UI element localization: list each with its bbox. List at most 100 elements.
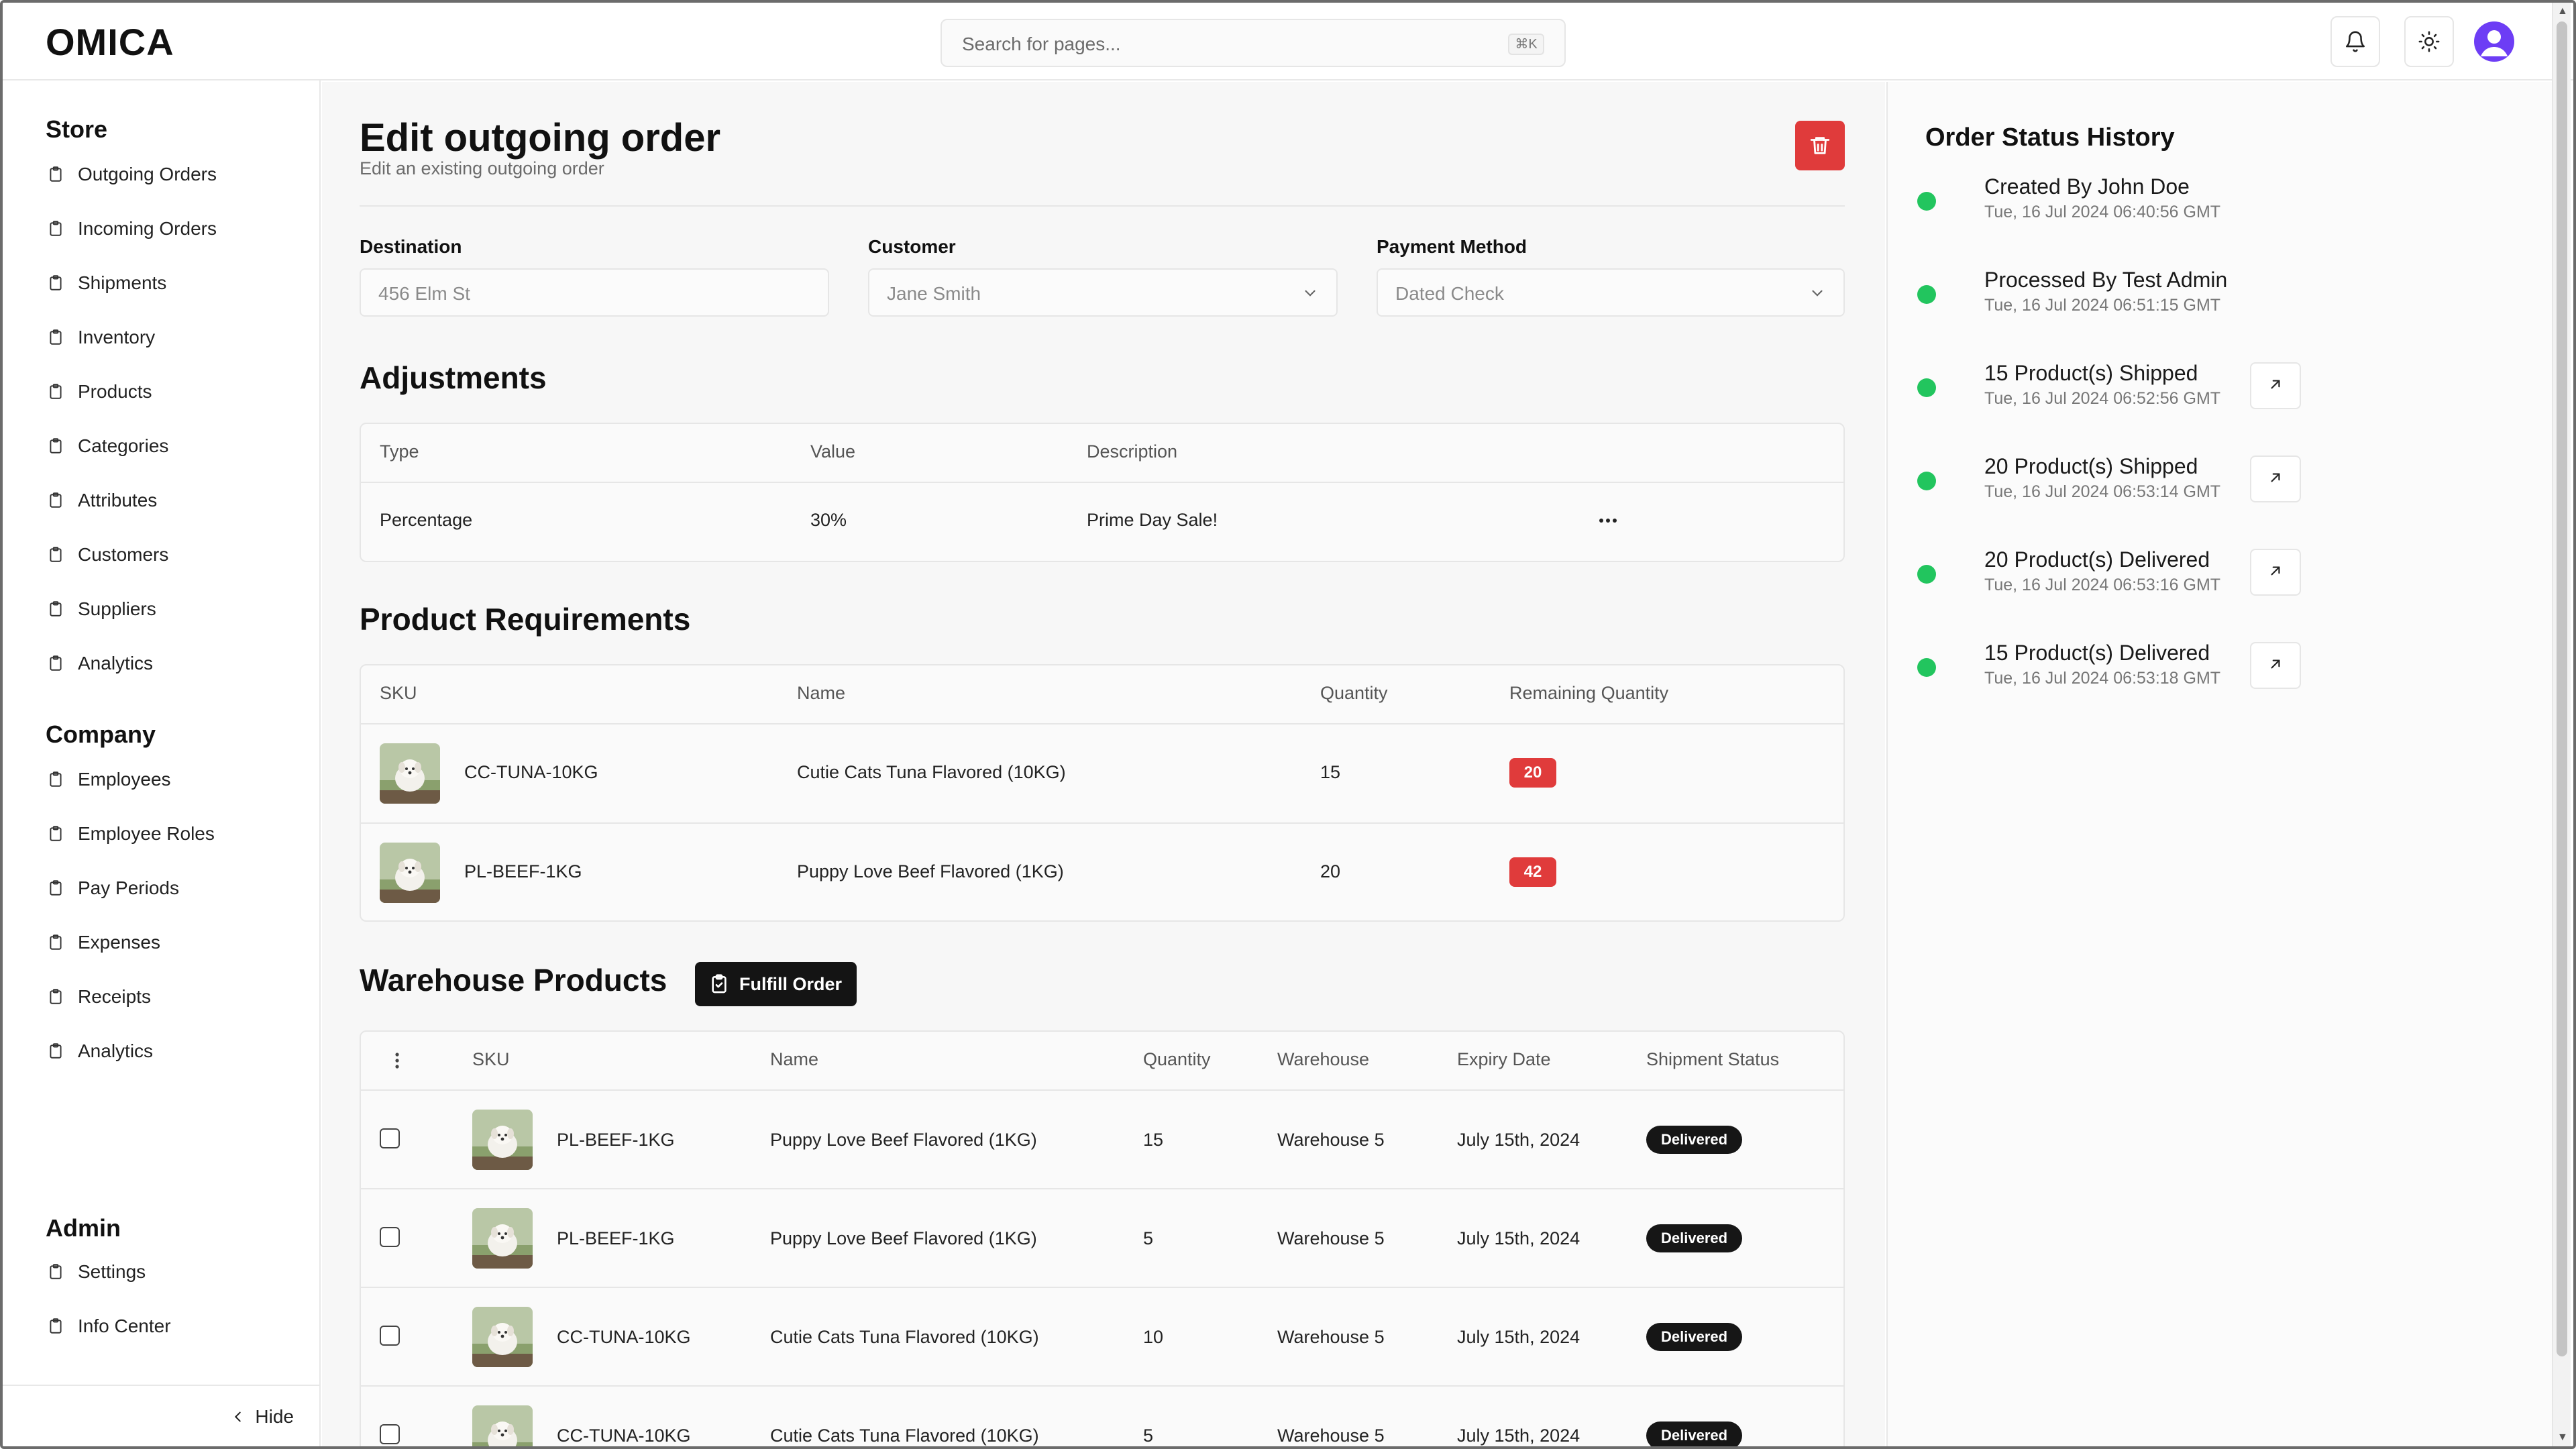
product-thumbnail bbox=[380, 743, 440, 804]
sidebar-item-label: Attributes bbox=[78, 490, 158, 511]
table-row[interactable]: CC-TUNA-10KG Cutie Cats Tuna Flavored (10… bbox=[361, 1288, 1843, 1385]
sidebar-item-incoming-orders[interactable]: Incoming Orders bbox=[46, 213, 217, 245]
clipboard-icon bbox=[46, 490, 66, 511]
row-select-checkbox[interactable] bbox=[380, 1128, 400, 1148]
quantity-cell: 15 bbox=[1320, 762, 1341, 782]
sidebar-item-label: Shipments bbox=[78, 272, 167, 293]
clipboard-icon bbox=[46, 987, 66, 1007]
sku-cell: CC-TUNA-10KG bbox=[557, 1426, 691, 1446]
history-event-title: Processed By Test Admin bbox=[1984, 268, 2228, 292]
sidebar-item-label: Employees bbox=[78, 769, 171, 790]
clipboard-icon bbox=[46, 273, 66, 293]
sidebar-item-shipments[interactable]: Shipments bbox=[46, 267, 166, 299]
sidebar-item-employee-roles[interactable]: Employee Roles bbox=[46, 818, 215, 850]
sidebar-item-analytics[interactable]: Analytics bbox=[46, 1035, 153, 1067]
adjustments-table: Type Value Description Percentage 30% Pr… bbox=[360, 423, 1845, 562]
payment-label: Payment Method bbox=[1377, 236, 1527, 257]
column-header-type: Type bbox=[380, 441, 419, 462]
clipboard-icon bbox=[46, 599, 66, 619]
more-horizontal-icon bbox=[1599, 519, 1617, 523]
order-status-panel: Order Status History Created By John Doe… bbox=[1886, 82, 2555, 1446]
delete-order-button[interactable] bbox=[1795, 121, 1845, 170]
sidebar-item-receipts[interactable]: Receipts bbox=[46, 981, 151, 1013]
sidebar-item-suppliers[interactable]: Suppliers bbox=[46, 593, 156, 625]
table-row[interactable]: CC-TUNA-10KG Cutie Cats Tuna Flavored (10… bbox=[361, 1387, 1843, 1446]
table-row[interactable]: PL-BEEF-1KG Puppy Love Beef Flavored (1KG… bbox=[361, 824, 1843, 920]
scroll-down-arrow-icon[interactable]: ▼ bbox=[2557, 1432, 2568, 1444]
sidebar-item-products[interactable]: Products bbox=[46, 376, 152, 408]
product-thumbnail bbox=[472, 1307, 533, 1367]
quantity-cell: 5 bbox=[1143, 1426, 1154, 1446]
clipboard-icon bbox=[46, 1316, 66, 1336]
table-row[interactable]: CC-TUNA-10KG Cutie Cats Tuna Flavored (10… bbox=[361, 724, 1843, 822]
sidebar-item-employees[interactable]: Employees bbox=[46, 763, 171, 796]
open-shipment-button[interactable] bbox=[2250, 549, 2301, 596]
customer-select[interactable]: Jane Smith bbox=[868, 268, 1338, 317]
history-event-title: 15 Product(s) Shipped bbox=[1984, 361, 2198, 385]
column-options-button[interactable] bbox=[390, 1051, 404, 1071]
row-select-checkbox[interactable] bbox=[380, 1424, 400, 1444]
sidebar-item-expenses[interactable]: Expenses bbox=[46, 926, 160, 959]
column-header-value: Value bbox=[810, 441, 856, 462]
sidebar-item-customers[interactable]: Customers bbox=[46, 539, 168, 571]
sidebar-item-categories[interactable]: Categories bbox=[46, 430, 168, 462]
product-thumbnail bbox=[380, 843, 440, 903]
logo[interactable]: OMICA bbox=[46, 20, 174, 64]
name-cell: Cutie Cats Tuna Flavored (10KG) bbox=[797, 762, 1066, 782]
expiry-date-cell: July 15th, 2024 bbox=[1457, 1130, 1580, 1150]
user-icon bbox=[2481, 30, 2508, 56]
scrollbar-thumb[interactable] bbox=[2557, 21, 2567, 1356]
sidebar-item-inventory[interactable]: Inventory bbox=[46, 321, 155, 354]
sidebar-item-label: Categories bbox=[78, 435, 169, 456]
row-actions-button[interactable] bbox=[1593, 508, 1623, 533]
status-badge: Delivered bbox=[1646, 1323, 1743, 1351]
destination-value: 456 Elm St bbox=[378, 283, 470, 304]
notifications-button[interactable] bbox=[2330, 16, 2380, 67]
sidebar-item-settings[interactable]: Settings bbox=[46, 1256, 146, 1288]
history-event-title: 20 Product(s) Delivered bbox=[1984, 547, 2210, 572]
column-header-expiry: Expiry Date bbox=[1457, 1049, 1551, 1069]
table-row[interactable]: PL-BEEF-1KG Puppy Love Beef Flavored (1KG… bbox=[361, 1189, 1843, 1287]
sidebar-item-label: Receipts bbox=[78, 986, 151, 1007]
history-event-title: Created By John Doe bbox=[1984, 174, 2190, 199]
scroll-up-arrow-icon[interactable]: ▲ bbox=[2557, 5, 2568, 17]
clipboard-icon bbox=[46, 382, 66, 402]
sidebar-section-store: Store bbox=[46, 115, 108, 143]
clipboard-icon bbox=[46, 1262, 66, 1282]
search-input[interactable]: Search for pages... ⌘K bbox=[941, 19, 1566, 67]
chevron-down-icon bbox=[1305, 290, 1316, 297]
sidebar-item-info-center[interactable]: Info Center bbox=[46, 1310, 171, 1342]
clipboard-icon bbox=[46, 932, 66, 953]
sidebar-item-analytics[interactable]: Analytics bbox=[46, 647, 153, 680]
open-shipment-button[interactable] bbox=[2250, 362, 2301, 409]
warehouse-cell: Warehouse 5 bbox=[1277, 1327, 1385, 1347]
row-select-checkbox[interactable] bbox=[380, 1326, 400, 1346]
avatar[interactable] bbox=[2474, 21, 2514, 62]
table-row[interactable]: PL-BEEF-1KG Puppy Love Beef Flavored (1KG… bbox=[361, 1091, 1843, 1188]
destination-field[interactable]: 456 Elm St bbox=[360, 268, 829, 317]
open-shipment-button[interactable] bbox=[2250, 642, 2301, 689]
open-shipment-button[interactable] bbox=[2250, 455, 2301, 502]
adjustment-type: Percentage bbox=[380, 510, 473, 530]
name-cell: Cutie Cats Tuna Flavored (10KG) bbox=[770, 1327, 1039, 1347]
history-event-time: Tue, 16 Jul 2024 06:52:56 GMT bbox=[1984, 389, 2221, 408]
column-header-warehouse: Warehouse bbox=[1277, 1049, 1370, 1069]
payment-method-select[interactable]: Dated Check bbox=[1377, 268, 1845, 317]
warehouse-table: SKU Name Quantity Warehouse Expiry Date … bbox=[360, 1030, 1845, 1446]
row-select-checkbox[interactable] bbox=[380, 1227, 400, 1247]
status-badge: Delivered bbox=[1646, 1224, 1743, 1252]
fulfill-order-button[interactable]: Fulfill Order bbox=[695, 962, 857, 1006]
sidebar-item-label: Analytics bbox=[78, 653, 154, 674]
sidebar-item-pay-periods[interactable]: Pay Periods bbox=[46, 872, 179, 904]
product-thumbnail bbox=[472, 1110, 533, 1170]
customer-value: Jane Smith bbox=[887, 283, 981, 304]
hide-sidebar-button[interactable]: Hide bbox=[231, 1406, 294, 1428]
sidebar-item-attributes[interactable]: Attributes bbox=[46, 484, 157, 517]
column-header-name: Name bbox=[797, 683, 846, 703]
customer-label: Customer bbox=[868, 236, 956, 257]
scrollbar[interactable]: ▲ ▼ bbox=[2552, 3, 2571, 1446]
column-header-sku: SKU bbox=[380, 683, 417, 703]
sidebar-item-outgoing-orders[interactable]: Outgoing Orders bbox=[46, 158, 217, 191]
theme-toggle-button[interactable] bbox=[2404, 16, 2454, 67]
column-header-remaining: Remaining Quantity bbox=[1509, 683, 1669, 703]
